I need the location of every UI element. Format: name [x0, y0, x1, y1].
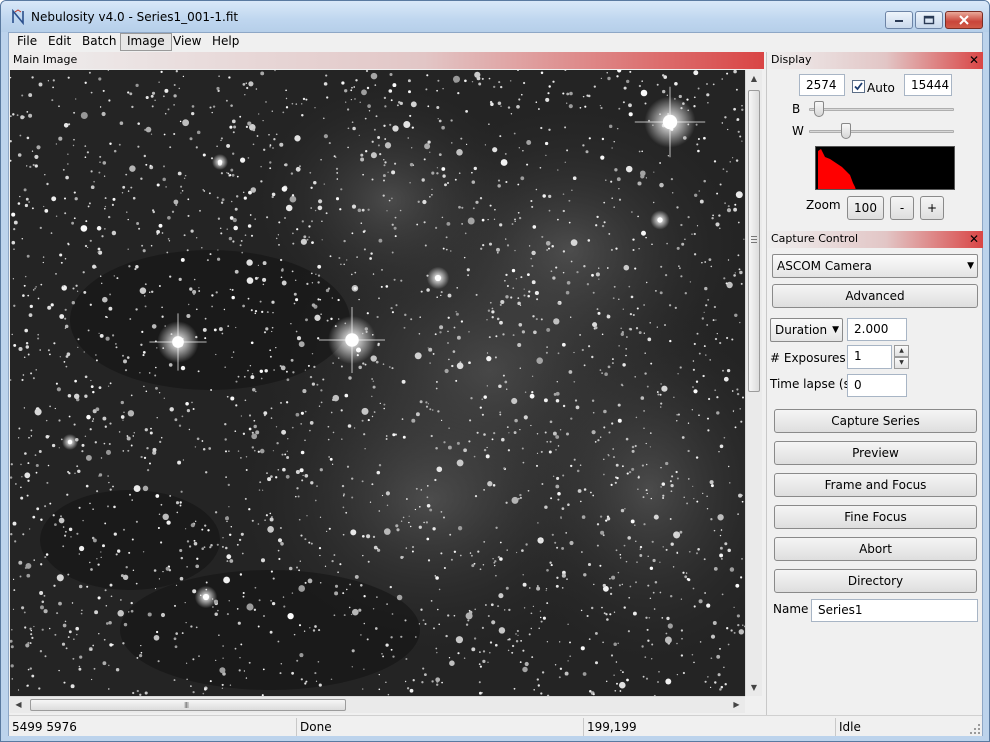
dropdown-arrow-icon: ▼	[967, 261, 974, 271]
zoom-label: Zoom	[806, 198, 841, 212]
minimize-button[interactable]	[885, 11, 913, 29]
main-image-header: Main Image	[9, 52, 764, 69]
maximize-button[interactable]	[915, 11, 943, 29]
menu-bar: File Edit Batch Image View Help	[9, 33, 982, 51]
close-display-icon[interactable]: ✕	[969, 52, 979, 68]
b-slider-track[interactable]	[809, 108, 954, 111]
menu-file[interactable]: File	[11, 33, 43, 51]
window-title: Nebulosity v4.0 - Series1_001-1.fit	[31, 10, 239, 24]
title-bar[interactable]: Nebulosity v4.0 - Series1_001-1.fit	[1, 1, 989, 32]
b-slider-label: B	[792, 102, 801, 116]
minimize-icon	[895, 20, 903, 22]
status-message: Done	[297, 718, 584, 736]
auto-label: Auto	[867, 81, 895, 95]
resize-grip-icon[interactable]	[970, 724, 980, 734]
camera-select-value: ASCOM Camera	[777, 259, 872, 273]
duration-select[interactable]: Duration ▼	[770, 318, 843, 342]
b-slider-thumb[interactable]	[814, 101, 824, 117]
grip-icon	[751, 236, 757, 243]
w-slider-track[interactable]	[809, 130, 954, 133]
status-dimensions: 5499 5976	[9, 718, 297, 736]
histogram	[815, 146, 955, 190]
close-icon	[959, 15, 969, 25]
status-cursor-coords: 199,199	[584, 718, 836, 736]
frame-and-focus-button[interactable]: Frame and Focus	[774, 473, 977, 497]
app-icon	[12, 9, 24, 25]
menu-edit[interactable]: Edit	[42, 33, 77, 51]
w-slider-thumb[interactable]	[841, 123, 851, 139]
close-button[interactable]	[945, 11, 983, 29]
scroll-right-icon[interactable]: ▶	[728, 697, 745, 713]
scroll-up-icon[interactable]: ▲	[746, 70, 762, 87]
scroll-left-icon[interactable]: ◀	[10, 697, 27, 713]
auto-checkbox[interactable]	[852, 80, 865, 93]
menu-batch[interactable]: Batch	[76, 33, 123, 51]
capture-series-button[interactable]: Capture Series	[774, 409, 977, 433]
zoom-out-button[interactable]: -	[890, 196, 914, 220]
star-field-image	[10, 70, 745, 696]
advanced-button[interactable]: Advanced	[772, 284, 978, 308]
dropdown-arrow-icon: ▼	[832, 325, 839, 335]
client-area: File Edit Batch Image View Help Main Ima…	[8, 32, 983, 736]
exposures-field[interactable]: 1	[847, 345, 892, 369]
histogram-plot	[818, 149, 856, 189]
timelapse-label: Time lapse (s)	[770, 377, 855, 391]
preview-button[interactable]: Preview	[774, 441, 977, 465]
vertical-scrollbar[interactable]: ▲ ▼	[745, 70, 762, 696]
checkmark-icon	[854, 82, 863, 91]
restore-icon	[923, 15, 935, 25]
horizontal-scrollbar[interactable]: ◀ III ▶	[10, 696, 745, 713]
right-panel: Display ✕ 2574 Auto 15444 B W Zoom 100 -…	[766, 52, 983, 715]
vertical-scroll-thumb[interactable]	[748, 90, 760, 392]
fine-focus-button[interactable]: Fine Focus	[774, 505, 977, 529]
black-point-field[interactable]: 2574	[799, 74, 845, 96]
name-label: Name	[773, 602, 809, 616]
status-camera-state: Idle	[839, 720, 861, 734]
capture-title: Capture Control	[771, 232, 858, 245]
scroll-down-icon[interactable]: ▼	[746, 679, 762, 696]
spin-up-icon[interactable]: ▲	[894, 345, 909, 357]
status-bar: 5499 5976 Done 199,199 Idle	[9, 715, 982, 736]
main-image-title: Main Image	[13, 53, 78, 66]
close-capture-icon[interactable]: ✕	[969, 231, 979, 247]
exposures-label: # Exposures	[770, 351, 846, 365]
abort-button[interactable]: Abort	[774, 537, 977, 561]
capture-header: Capture Control ✕	[767, 231, 983, 248]
w-slider-label: W	[792, 124, 804, 138]
app-window: Nebulosity v4.0 - Series1_001-1.fit File…	[0, 0, 990, 742]
duration-field[interactable]: 2.000	[847, 318, 907, 341]
white-point-field[interactable]: 15444	[904, 74, 952, 96]
menu-view[interactable]: View	[167, 33, 207, 51]
grip-icon: III	[184, 701, 189, 710]
main-image-canvas[interactable]	[10, 70, 745, 696]
spin-down-icon[interactable]: ▼	[894, 357, 909, 369]
zoom-value-button[interactable]: 100	[847, 196, 884, 220]
series-name-field[interactable]: Series1	[811, 599, 978, 622]
timelapse-field[interactable]: 0	[847, 374, 907, 397]
directory-button[interactable]: Directory	[774, 569, 977, 593]
display-title: Display	[771, 53, 812, 66]
horizontal-scroll-thumb[interactable]: III	[30, 699, 346, 711]
duration-select-value: Duration	[775, 323, 828, 337]
camera-select[interactable]: ASCOM Camera ▼	[772, 254, 978, 278]
menu-help[interactable]: Help	[206, 33, 245, 51]
menu-image[interactable]: Image	[120, 33, 172, 51]
display-header: Display ✕	[767, 52, 983, 69]
exposures-spinner[interactable]: ▲ ▼	[894, 345, 909, 369]
zoom-in-button[interactable]: +	[920, 196, 944, 220]
